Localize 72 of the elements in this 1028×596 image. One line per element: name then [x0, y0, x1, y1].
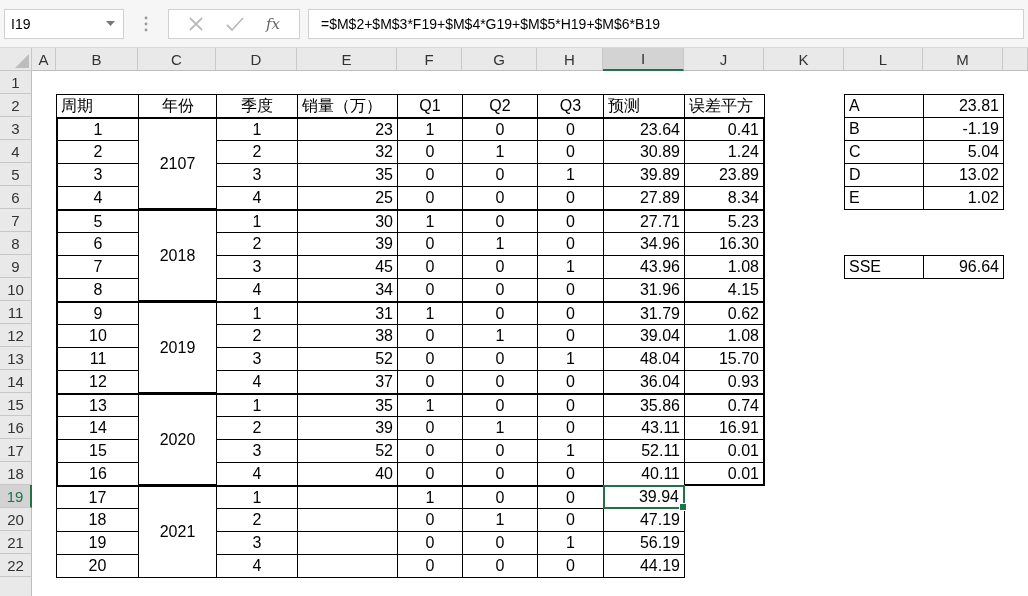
column-header[interactable]: B — [56, 48, 138, 71]
row-header[interactable]: 20 — [0, 508, 32, 531]
table-cell: 2020 — [138, 393, 217, 486]
selected-cell[interactable]: 39.94 — [603, 485, 685, 509]
row-header[interactable]: 3 — [0, 117, 32, 140]
column-header[interactable]: M — [923, 48, 1003, 71]
formula-field[interactable]: =$M$2+$M$3*F19+$M$4*G19+$M$5*H19+$M$6*B19 — [308, 8, 1024, 39]
row-header[interactable]: 19 — [0, 485, 32, 508]
table-cell: 17 — [56, 485, 139, 509]
column-header[interactable]: D — [216, 48, 297, 71]
fill-handle[interactable] — [679, 503, 687, 511]
row-header[interactable]: 15 — [0, 393, 32, 416]
row-header[interactable]: 21 — [0, 531, 32, 554]
select-all-icon[interactable] — [15, 54, 29, 68]
row-header[interactable]: 17 — [0, 439, 32, 462]
table-cell: 2019 — [138, 301, 217, 394]
column-header[interactable] — [1003, 48, 1028, 71]
row-header[interactable]: 5 — [0, 163, 32, 186]
column-header[interactable]: C — [138, 48, 216, 71]
caret-icon[interactable] — [106, 21, 115, 26]
table-cell: 20 — [56, 554, 139, 578]
row-header[interactable]: 13 — [0, 347, 32, 370]
column-header[interactable]: L — [844, 48, 923, 71]
table-cell: 1 — [56, 117, 139, 141]
table-cell: 0.62 — [684, 301, 765, 325]
column-heading: 误差平方 — [684, 94, 765, 118]
column-header[interactable]: G — [462, 48, 537, 71]
row-header[interactable]: 7 — [0, 209, 32, 232]
column-heading: 周期 — [56, 94, 139, 118]
row-header[interactable]: 16 — [0, 416, 32, 439]
table-cell: 1.02 — [923, 186, 1004, 210]
table-cell: 96.64 — [923, 255, 1004, 279]
grip-icon — [144, 15, 148, 32]
row-header[interactable]: 18 — [0, 462, 32, 485]
row-header[interactable]: 2 — [0, 94, 32, 117]
row-header[interactable]: 8 — [0, 232, 32, 255]
table-cell: 5 — [56, 209, 139, 233]
table-cell: 5.23 — [684, 209, 765, 233]
table-cell: 44.19 — [603, 554, 685, 578]
table-cell: 23.81 — [923, 94, 1004, 118]
table-cell: 0.74 — [684, 393, 765, 417]
column-header[interactable]: F — [397, 48, 462, 71]
table-cell: A — [844, 94, 924, 118]
cancel-icon[interactable] — [188, 15, 204, 32]
table-cell: SSE — [844, 255, 924, 279]
column-header[interactable]: A — [32, 48, 56, 71]
column-header[interactable]: J — [684, 48, 764, 71]
insert-function-button[interactable]: fx — [265, 14, 280, 33]
column-header[interactable]: H — [537, 48, 603, 71]
table-cell: 2107 — [138, 117, 217, 210]
row-header[interactable]: 6 — [0, 186, 32, 209]
row-header[interactable]: 11 — [0, 301, 32, 324]
row-header[interactable]: 9 — [0, 255, 32, 278]
row-header[interactable]: 1 — [0, 71, 32, 94]
row-header[interactable] — [0, 577, 32, 596]
row-header[interactable]: 22 — [0, 554, 32, 577]
row-header[interactable]: 4 — [0, 140, 32, 163]
row-header[interactable]: 12 — [0, 324, 32, 347]
table-cell: 0.41 — [684, 117, 765, 141]
table-cell: 0.01 — [684, 462, 765, 486]
row-header[interactable]: 10 — [0, 278, 32, 301]
table-cell: E — [844, 186, 924, 210]
column-header[interactable]: I — [603, 48, 684, 71]
name-box[interactable]: I19 — [4, 8, 124, 39]
column-header[interactable]: K — [764, 48, 844, 71]
table-cell: 13 — [56, 393, 139, 417]
column-header[interactable]: E — [297, 48, 397, 71]
check-icon[interactable] — [225, 15, 244, 32]
table-cell: 9 — [56, 301, 139, 325]
row-header[interactable]: 14 — [0, 370, 32, 393]
table-cell: 2021 — [138, 485, 217, 578]
table-cell: 2018 — [138, 209, 217, 302]
